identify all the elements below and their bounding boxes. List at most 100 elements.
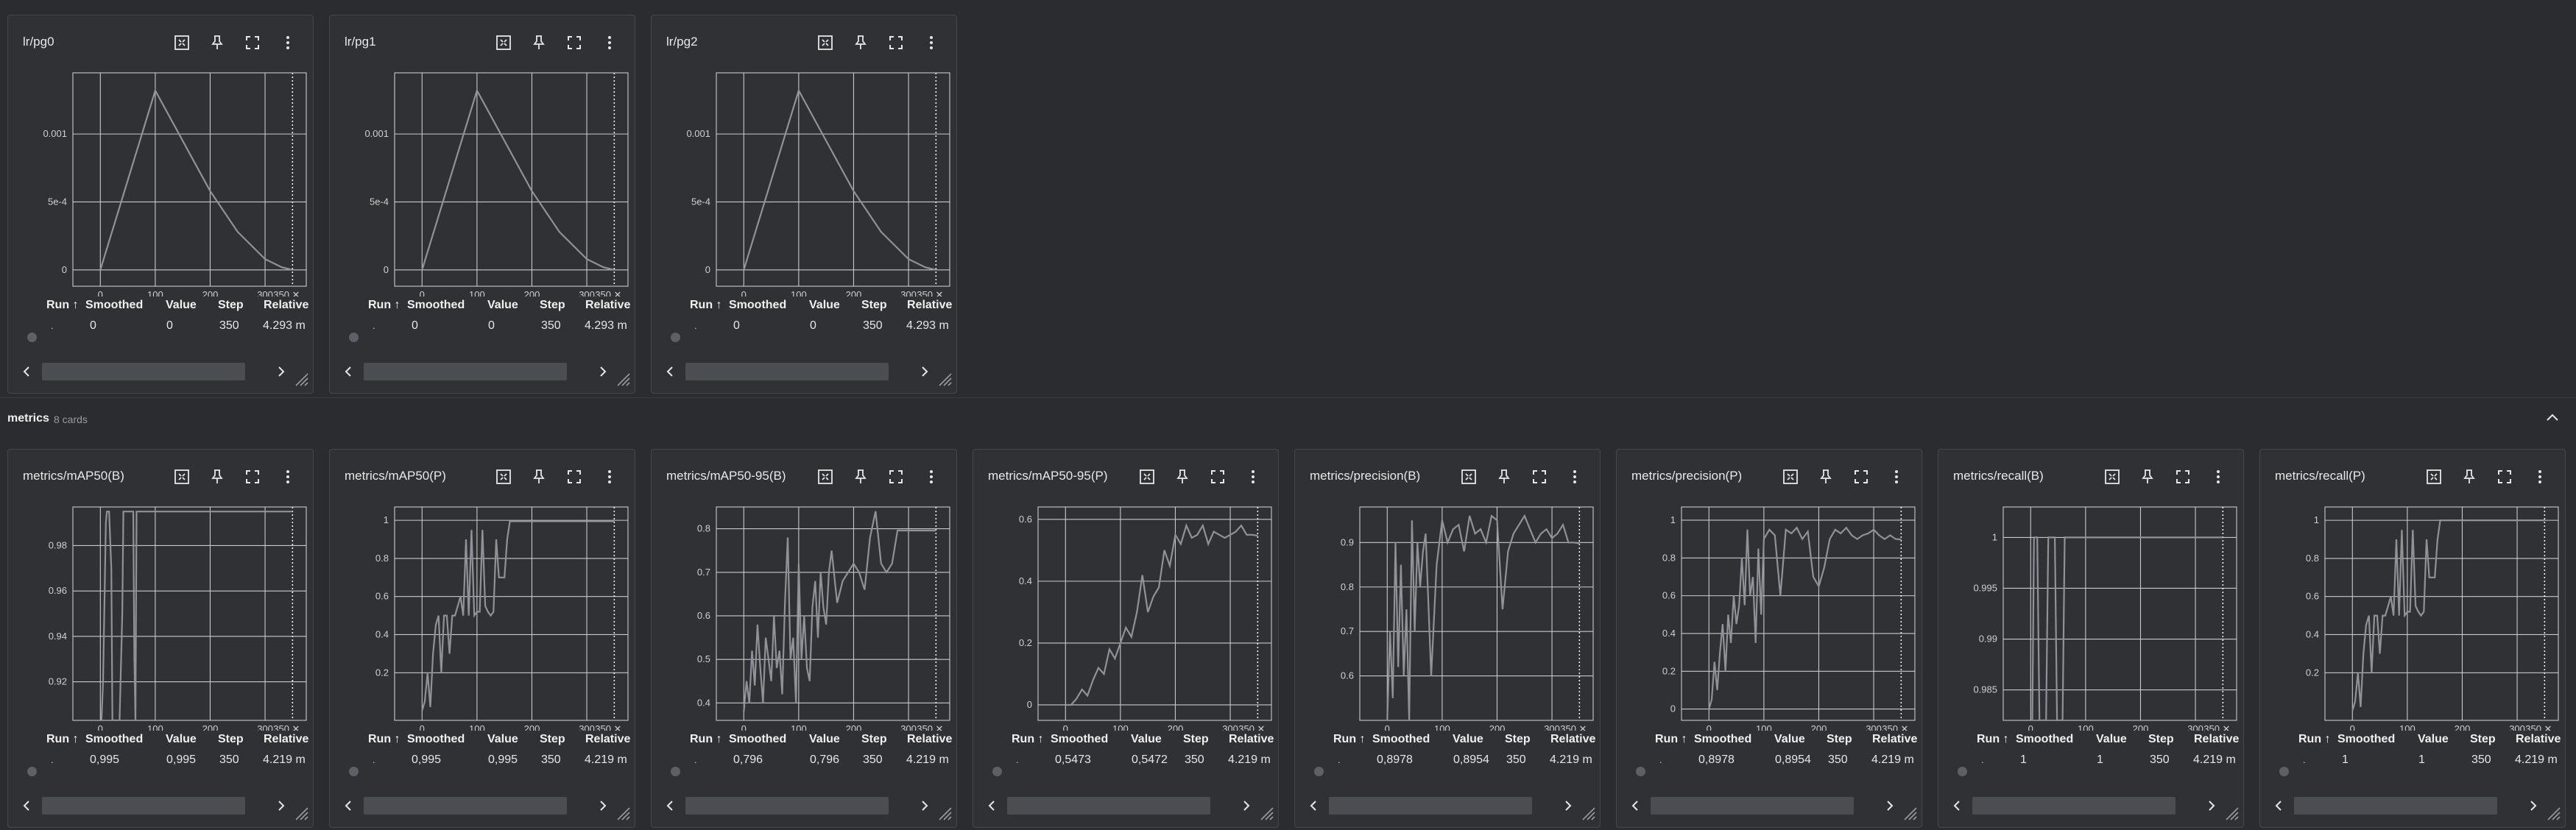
scroll-left-button[interactable] (662, 795, 678, 816)
header-step[interactable]: Step (1505, 733, 1531, 746)
scroll-right-button[interactable] (1238, 795, 1255, 816)
horizontal-scrollbar[interactable] (1949, 795, 2236, 816)
header-smoothed[interactable]: Smoothed (2337, 733, 2395, 746)
scroll-left-button[interactable] (662, 361, 678, 382)
header-value[interactable]: Value (166, 733, 197, 746)
header-value[interactable]: Value (2096, 733, 2127, 746)
more-options-button[interactable] (597, 464, 622, 489)
header-run[interactable]: Run ↑ (46, 733, 79, 746)
fit-domain-button[interactable] (169, 464, 194, 489)
resize-handle[interactable] (614, 370, 630, 390)
scroll-right-button[interactable] (1882, 795, 1898, 816)
header-smoothed[interactable]: Smoothed (1694, 733, 1751, 746)
run-color-dot[interactable] (349, 333, 359, 342)
header-step[interactable]: Step (540, 733, 565, 746)
fit-domain-button[interactable] (1456, 464, 1481, 489)
scroll-right-button[interactable] (917, 361, 933, 382)
horizontal-scrollbar[interactable] (662, 361, 949, 382)
pin-button[interactable] (526, 30, 551, 55)
fit-domain-button[interactable] (813, 464, 838, 489)
header-step[interactable]: Step (2148, 733, 2174, 746)
header-value[interactable]: Value (809, 299, 840, 312)
scroll-right-button[interactable] (1560, 795, 1576, 816)
fit-domain-button[interactable] (1135, 464, 1160, 489)
fullscreen-button[interactable] (1205, 464, 1230, 489)
more-options-button[interactable] (2527, 464, 2552, 489)
header-step[interactable]: Step (1827, 733, 1852, 746)
resize-handle[interactable] (1579, 804, 1595, 824)
pin-button[interactable] (205, 30, 230, 55)
header-smoothed[interactable]: Smoothed (729, 733, 786, 746)
resize-handle[interactable] (2223, 804, 2239, 824)
scroll-right-button[interactable] (595, 795, 611, 816)
header-run[interactable]: Run ↑ (368, 299, 400, 312)
header-smoothed[interactable]: Smoothed (85, 733, 143, 746)
resize-handle[interactable] (936, 370, 952, 390)
run-color-dot[interactable] (349, 767, 359, 776)
header-run[interactable]: Run ↑ (1655, 733, 1687, 746)
fit-domain-button[interactable] (813, 30, 838, 55)
pin-button[interactable] (1492, 464, 1517, 489)
run-color-dot[interactable] (1314, 767, 1324, 776)
resize-handle[interactable] (292, 804, 308, 824)
header-smoothed[interactable]: Smoothed (729, 299, 786, 312)
scroll-left-button[interactable] (2270, 795, 2287, 816)
header-step[interactable]: Step (218, 299, 244, 312)
header-step[interactable]: Step (861, 733, 887, 746)
scroll-right-button[interactable] (273, 795, 289, 816)
line-chart[interactable]: 0 5e-4 0.001 0 100 200 300 350 ✕ (652, 64, 956, 297)
header-run[interactable]: Run ↑ (1012, 733, 1044, 746)
run-color-dot[interactable] (27, 767, 37, 776)
header-smoothed[interactable]: Smoothed (407, 733, 465, 746)
fullscreen-button[interactable] (1527, 464, 1552, 489)
scrollbar-thumb[interactable] (1329, 797, 1532, 815)
scrollbar-thumb[interactable] (1972, 797, 2176, 815)
scrollbar-thumb[interactable] (364, 797, 567, 815)
header-smoothed[interactable]: Smoothed (2016, 733, 2073, 746)
more-options-button[interactable] (275, 464, 300, 489)
header-value[interactable]: Value (487, 299, 518, 312)
header-run[interactable]: Run ↑ (690, 733, 722, 746)
collapse-section-button[interactable] (2542, 407, 2563, 428)
header-value[interactable]: Value (1131, 733, 1162, 746)
fit-domain-button[interactable] (169, 30, 194, 55)
run-color-dot[interactable] (27, 333, 37, 342)
horizontal-scrollbar[interactable] (662, 795, 949, 816)
run-color-dot[interactable] (992, 767, 1002, 776)
header-smoothed[interactable]: Smoothed (407, 299, 465, 312)
resize-handle[interactable] (292, 370, 308, 390)
line-chart[interactable]: 0 5e-4 0.001 0 100 200 300 350 ✕ (330, 64, 635, 297)
scroll-left-button[interactable] (340, 795, 356, 816)
header-step[interactable]: Step (540, 299, 565, 312)
resize-handle[interactable] (2544, 804, 2561, 824)
header-run[interactable]: Run ↑ (368, 733, 400, 746)
metrics-section-header[interactable]: metrics 8 cards (0, 397, 2576, 438)
header-value[interactable]: Value (1453, 733, 1483, 746)
line-chart[interactable]: 0.6 0.7 0.8 0.9 0 100 200 300 350 ✕ (1295, 498, 1600, 731)
scrollbar-thumb[interactable] (2294, 797, 2497, 815)
scroll-left-button[interactable] (1627, 795, 1643, 816)
pin-button[interactable] (2457, 464, 2482, 489)
run-color-dot[interactable] (1958, 767, 1967, 776)
header-run[interactable]: Run ↑ (46, 299, 79, 312)
horizontal-scrollbar[interactable] (1627, 795, 1914, 816)
resize-handle[interactable] (936, 804, 952, 824)
resize-handle[interactable] (1257, 804, 1274, 824)
fit-domain-button[interactable] (2421, 464, 2446, 489)
horizontal-scrollbar[interactable] (2270, 795, 2558, 816)
fit-domain-button[interactable] (491, 464, 516, 489)
fullscreen-button[interactable] (883, 464, 908, 489)
line-chart[interactable]: 0.2 0.4 0.6 0.8 1 0 100 200 300 350 ✕ (2260, 498, 2565, 731)
line-chart[interactable]: 0 0.2 0.4 0.6 0.8 1 0 100 200 300 350 ✕ (1617, 498, 1922, 731)
scroll-left-button[interactable] (1305, 795, 1321, 816)
run-color-dot[interactable] (671, 333, 680, 342)
more-options-button[interactable] (275, 30, 300, 55)
horizontal-scrollbar[interactable] (340, 361, 627, 382)
scroll-left-button[interactable] (18, 795, 35, 816)
line-chart[interactable]: 0.92 0.94 0.96 0.98 0 100 200 300 350 ✕ (8, 498, 313, 731)
more-options-button[interactable] (1562, 464, 1587, 489)
fit-domain-button[interactable] (1778, 464, 1803, 489)
line-chart[interactable]: 0.4 0.5 0.6 0.7 0.8 0 100 200 300 350 ✕ (652, 498, 956, 731)
fullscreen-button[interactable] (2170, 464, 2195, 489)
scrollbar-thumb[interactable] (364, 363, 567, 380)
